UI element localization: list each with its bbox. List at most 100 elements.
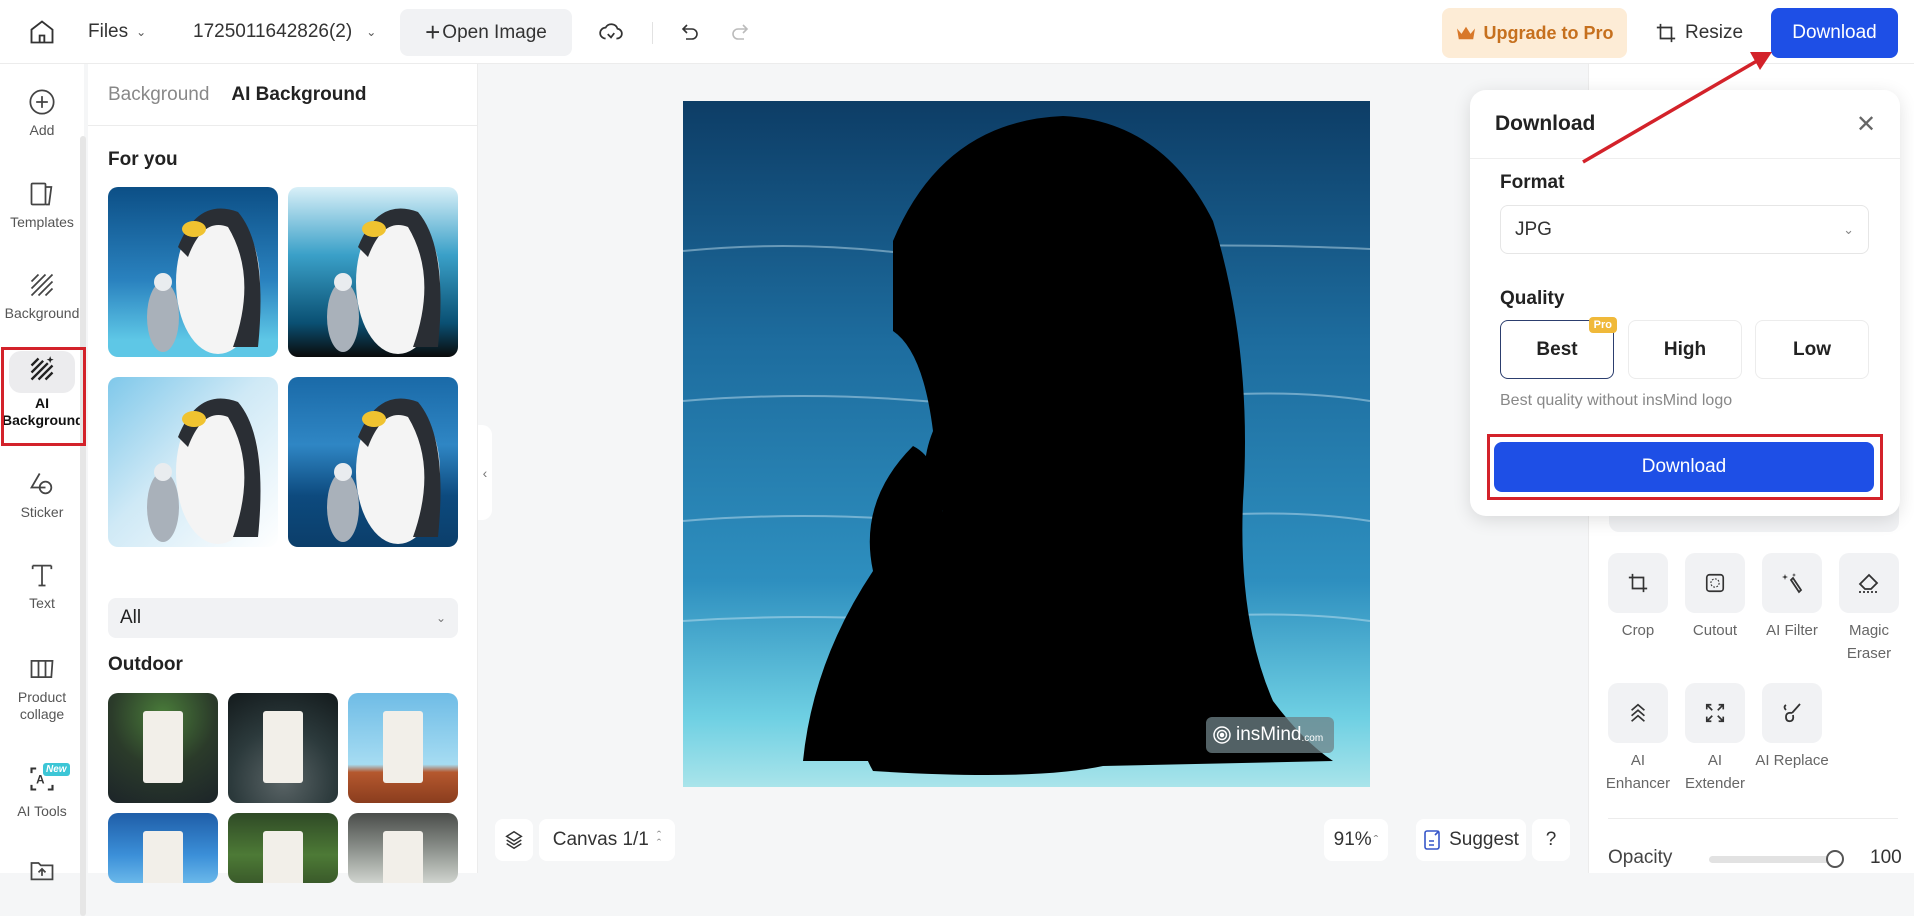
open-image-button[interactable]: + Open Image (400, 9, 572, 56)
divider (652, 22, 653, 44)
for-you-title: For you (108, 149, 178, 170)
quality-low-button[interactable]: Low (1755, 320, 1869, 379)
tool-magic-eraser[interactable]: Magic Eraser (1831, 553, 1907, 665)
eraser-icon (1858, 573, 1879, 593)
chevron-down-icon: ⌄ (366, 25, 377, 39)
filename-menu[interactable]: 1725011642826(2) ⌄ (193, 0, 376, 64)
product-carton (383, 831, 423, 883)
background-thumbnail[interactable] (288, 187, 458, 357)
quality-best-button[interactable]: Best Pro (1500, 317, 1617, 379)
background-hatch-icon (30, 273, 54, 297)
canvas-artwork (683, 101, 1370, 787)
opacity-slider-handle[interactable] (1826, 850, 1844, 868)
background-thumbnail[interactable] (108, 377, 278, 547)
canvas-pager[interactable]: Canvas 1/1 ˆˆ (539, 819, 675, 861)
chevron-down-icon: ⌄ (136, 25, 147, 39)
undo-button[interactable] (678, 0, 702, 64)
crown-icon (1457, 26, 1476, 40)
files-menu[interactable]: Files ⌄ (88, 0, 146, 64)
help-button[interactable]: ? (1532, 819, 1570, 861)
expand-arrows-icon (1705, 703, 1725, 723)
rail-scrollbar[interactable] (80, 136, 86, 916)
upload-folder-icon (30, 862, 54, 881)
outdoor-thumbnail[interactable] (108, 693, 218, 803)
collage-icon (30, 659, 54, 679)
product-carton (383, 711, 423, 783)
redo-button[interactable] (728, 0, 752, 64)
cutout-icon (1705, 573, 1725, 593)
dialog-title: Download (1495, 112, 1596, 135)
opacity-slider[interactable] (1709, 856, 1835, 863)
layers-button[interactable] (495, 819, 533, 861)
insmind-logo-icon (1213, 726, 1231, 744)
background-panel: Background AI Background For you All ⌄ O… (88, 64, 478, 883)
rail-item-add[interactable]: Add (0, 88, 84, 139)
outdoor-thumbnail[interactable] (348, 693, 458, 803)
home-button[interactable] (28, 0, 56, 64)
zoom-level-button[interactable]: 91% ˆ (1324, 819, 1388, 861)
tool-crop[interactable]: Crop (1600, 553, 1676, 642)
product-carton (263, 831, 303, 883)
background-thumbnail[interactable] (288, 377, 458, 547)
chevron-down-icon: ⌄ (1843, 221, 1854, 237)
tool-ai-extender[interactable]: AI Extender (1677, 683, 1753, 795)
add-circle-icon (29, 89, 55, 115)
tab-ai-background[interactable]: AI Background (231, 84, 366, 106)
redo-icon (732, 24, 749, 40)
chevron-down-icon: ⌄ (435, 611, 446, 625)
rail-item-text[interactable]: Text (0, 561, 84, 612)
cloud-save-button[interactable] (598, 0, 624, 64)
rail-item-sticker[interactable]: Sticker (0, 470, 84, 521)
chevron-up-icon: ˆ (1373, 832, 1379, 848)
background-thumbnail[interactable] (108, 187, 278, 357)
close-icon[interactable]: ✕ (1856, 110, 1876, 139)
quality-hint: Best quality without insMind logo (1500, 392, 1733, 409)
insmind-watermark: insMind .com (1206, 717, 1334, 753)
tab-background[interactable]: Background (108, 84, 209, 106)
opacity-value: 100 (1870, 847, 1902, 868)
tool-ai-enhancer[interactable]: AI Enhancer (1600, 683, 1676, 795)
product-carton (143, 831, 183, 883)
highlight-box (1, 347, 86, 446)
canvas-image[interactable] (683, 101, 1370, 787)
collapse-panel-button[interactable]: ‹ (478, 425, 492, 520)
download-button[interactable]: Download (1771, 8, 1898, 58)
upgrade-to-pro-button[interactable]: Upgrade to Pro (1442, 8, 1627, 58)
quality-label: Quality (1500, 288, 1565, 309)
rail-item-product-collage[interactable]: Product collage (0, 655, 84, 723)
format-select[interactable]: JPG ⌄ (1500, 205, 1869, 254)
tool-ai-filter[interactable]: AI Filter (1754, 553, 1830, 642)
divider (1470, 158, 1900, 159)
suggest-icon (1424, 830, 1440, 850)
pro-badge: Pro (1588, 317, 1617, 333)
resize-icon (1656, 23, 1676, 43)
penguin-image (327, 398, 441, 544)
outdoor-title: Outdoor (108, 654, 183, 675)
quality-high-button[interactable]: High (1628, 320, 1742, 379)
category-select[interactable]: All ⌄ (108, 598, 458, 638)
outdoor-thumbnail[interactable] (228, 693, 338, 803)
chevron-left-icon: ‹ (482, 464, 488, 481)
format-label: Format (1500, 172, 1565, 193)
crop-icon (1628, 573, 1648, 593)
text-icon (31, 564, 53, 587)
cloud-icon (599, 23, 623, 40)
home-icon (30, 20, 54, 44)
new-badge: New (43, 763, 70, 776)
rail-item-ai-tools[interactable]: A New AI Tools (0, 763, 84, 820)
tool-ai-replace[interactable]: AI Replace (1754, 683, 1830, 772)
rail-item-templates[interactable]: Templates (0, 180, 84, 231)
rail-item-uploads[interactable] (0, 856, 84, 890)
rail-item-background[interactable]: Background (0, 271, 84, 322)
chevron-up-double-icon: ˆˆ (656, 828, 662, 851)
resize-button[interactable]: Resize (1655, 8, 1743, 58)
penguin-image (147, 208, 261, 354)
penguin-image (147, 398, 261, 544)
product-carton (263, 711, 303, 783)
divider (1608, 818, 1898, 819)
penguin-image (327, 208, 441, 354)
plus-icon: + (425, 17, 441, 47)
suggest-button[interactable]: Suggest (1416, 819, 1526, 861)
tool-cutout[interactable]: Cutout (1677, 553, 1753, 642)
brush-replace-icon (1783, 703, 1801, 723)
